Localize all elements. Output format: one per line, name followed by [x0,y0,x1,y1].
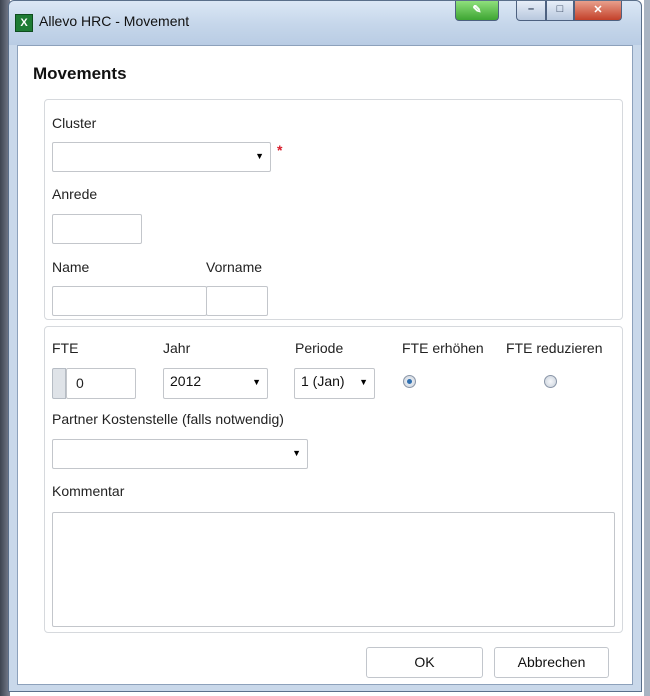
periode-value: 1 (Jan) [301,373,345,389]
fte-reduzieren-label: FTE reduzieren [506,340,603,356]
jahr-dropdown[interactable]: 2012 ▼ [163,368,268,399]
partner-kostenstelle-label: Partner Kostenstelle (falls notwendig) [52,411,284,427]
fte-reduzieren-radio[interactable] [544,375,557,388]
chevron-down-icon: ▼ [252,377,261,387]
required-marker: * [277,142,283,158]
partner-kostenstelle-dropdown[interactable]: ▼ [52,439,308,469]
fte-erhoehen-label: FTE erhöhen [402,340,484,356]
kommentar-label: Kommentar [52,483,125,499]
close-button[interactable]: ✕ [574,1,622,21]
cluster-label: Cluster [52,115,97,131]
fte-erhoehen-radio[interactable] [403,375,416,388]
fte-value: 0 [76,375,84,391]
vorname-field[interactable] [206,286,268,316]
minimize-icon: – [527,3,535,15]
name-field[interactable] [52,286,207,316]
periode-label: Periode [295,340,344,356]
vorname-label: Vorname [206,259,263,275]
desktop-background-right [644,0,650,696]
chevron-down-icon: ▼ [255,151,264,161]
anrede-label: Anrede [52,186,98,202]
fte-spinner-handle[interactable] [52,368,66,399]
customize-icon: ✎ [472,4,482,16]
excel-app-icon: X [15,14,33,32]
anrede-field[interactable] [52,214,142,244]
kommentar-textarea[interactable] [52,512,615,627]
title-bar[interactable]: X Allevo HRC - Movement ✎ – □ ✕ [9,1,641,45]
page-title: Movements [33,64,127,83]
fte-field[interactable]: 0 [66,368,136,399]
cluster-dropdown[interactable]: ▼ [52,142,271,172]
minimize-button[interactable]: – [516,1,546,21]
periode-dropdown[interactable]: 1 (Jan) ▼ [294,368,375,399]
maximize-button[interactable]: □ [546,1,574,21]
ok-button[interactable]: OK [366,647,483,678]
jahr-value: 2012 [170,373,202,389]
cancel-button[interactable]: Abbrechen [494,647,609,678]
name-label: Name [52,259,90,275]
chevron-down-icon: ▼ [359,377,368,387]
maximize-icon: □ [556,3,564,15]
window-title: Allevo HRC - Movement [39,13,190,29]
customize-button[interactable]: ✎ [455,1,499,21]
jahr-label: Jahr [163,340,191,356]
close-icon: ✕ [593,4,603,16]
fte-label: FTE [52,340,79,356]
chevron-down-icon: ▼ [292,448,301,458]
